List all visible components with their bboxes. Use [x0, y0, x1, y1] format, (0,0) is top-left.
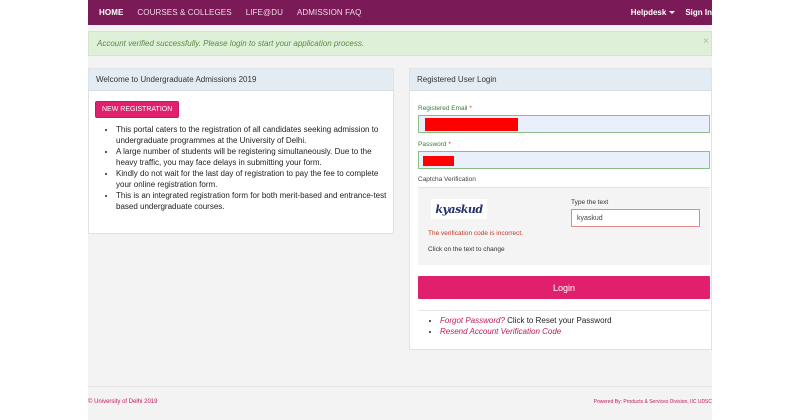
signin-link[interactable]: Sign In [685, 8, 712, 17]
nav-life-at-du[interactable]: LIFE@DU [246, 8, 283, 17]
captcha-hint: Click on the text to change [428, 246, 505, 253]
login-panel: Registered User Login Registered Email *… [409, 68, 712, 350]
captcha-section-label: Captcha Verification [418, 176, 476, 183]
list-item: Resend Account Verification Code [440, 326, 710, 337]
required-mark: * [469, 105, 472, 112]
password-field[interactable] [418, 151, 710, 169]
login-button[interactable]: Login [418, 276, 710, 299]
close-icon[interactable]: × [703, 36, 709, 47]
password-label-text: Password [418, 141, 447, 148]
success-alert: Account verified successfully. Please lo… [88, 31, 712, 56]
login-links: Forgot Password? Click to Reset your Pas… [418, 310, 710, 337]
nav-right: Helpdesk Sign In [631, 0, 712, 25]
captcha-input[interactable]: kyaskud [571, 209, 700, 227]
captcha-input-label: Type the text [571, 199, 609, 206]
nav-courses-colleges[interactable]: COURSES & COLLEGES [137, 8, 231, 17]
alert-message: Account verified successfully. Please lo… [97, 39, 365, 48]
nav-links: HOME COURSES & COLLEGES LIFE@DU ADMISSIO… [99, 0, 361, 25]
nav-admission-faq[interactable]: ADMISSION FAQ [297, 8, 361, 17]
welcome-panel-title: Welcome to Undergraduate Admissions 2019 [89, 69, 393, 91]
info-list: This portal caters to the registration o… [116, 124, 388, 212]
required-mark: * [448, 141, 451, 148]
list-item: A large number of students will be regis… [116, 146, 388, 168]
welcome-panel: Welcome to Undergraduate Admissions 2019… [88, 68, 394, 234]
new-registration-button[interactable]: NEW REGISTRATION [95, 101, 180, 118]
captcha-image[interactable]: kyaskud [431, 199, 487, 219]
password-label: Password * [418, 141, 451, 148]
list-item: This is an integrated registration form … [116, 190, 388, 212]
helpdesk-label: Helpdesk [630, 8, 667, 17]
page-frame: HOME COURSES & COLLEGES LIFE@DU ADMISSIO… [88, 0, 712, 420]
list-item: Forgot Password? Click to Reset your Pas… [440, 315, 710, 326]
email-label-text: Registered Email [418, 105, 468, 112]
footer-copyright: © University of Delhi 2019 [88, 399, 158, 405]
captcha-error: The verification code is incorrect. [428, 230, 524, 237]
nav-home[interactable]: HOME [99, 8, 123, 17]
footer: © University of Delhi 2019 Powered By: P… [88, 386, 712, 420]
redacted-email [425, 118, 518, 131]
login-panel-title: Registered User Login [410, 69, 711, 91]
email-field[interactable] [418, 115, 710, 133]
resend-verification-link[interactable]: Resend Account Verification Code [440, 327, 561, 336]
list-item: Kindly do not wait for the last day of r… [116, 168, 388, 190]
email-label: Registered Email * [418, 105, 472, 112]
forgot-password-suffix: Click to Reset your Password [504, 316, 612, 325]
caret-down-icon [669, 11, 676, 15]
redacted-password [423, 156, 454, 166]
forgot-password-link[interactable]: Forgot Password? [440, 316, 505, 325]
list-item: This portal caters to the registration o… [116, 124, 388, 146]
footer-powered-by: Powered By: Products & Services Division… [593, 399, 712, 405]
helpdesk-dropdown[interactable]: Helpdesk [631, 8, 676, 17]
top-navbar: HOME COURSES & COLLEGES LIFE@DU ADMISSIO… [88, 0, 712, 25]
captcha-box: kyaskud The verification code is incorre… [418, 187, 710, 265]
